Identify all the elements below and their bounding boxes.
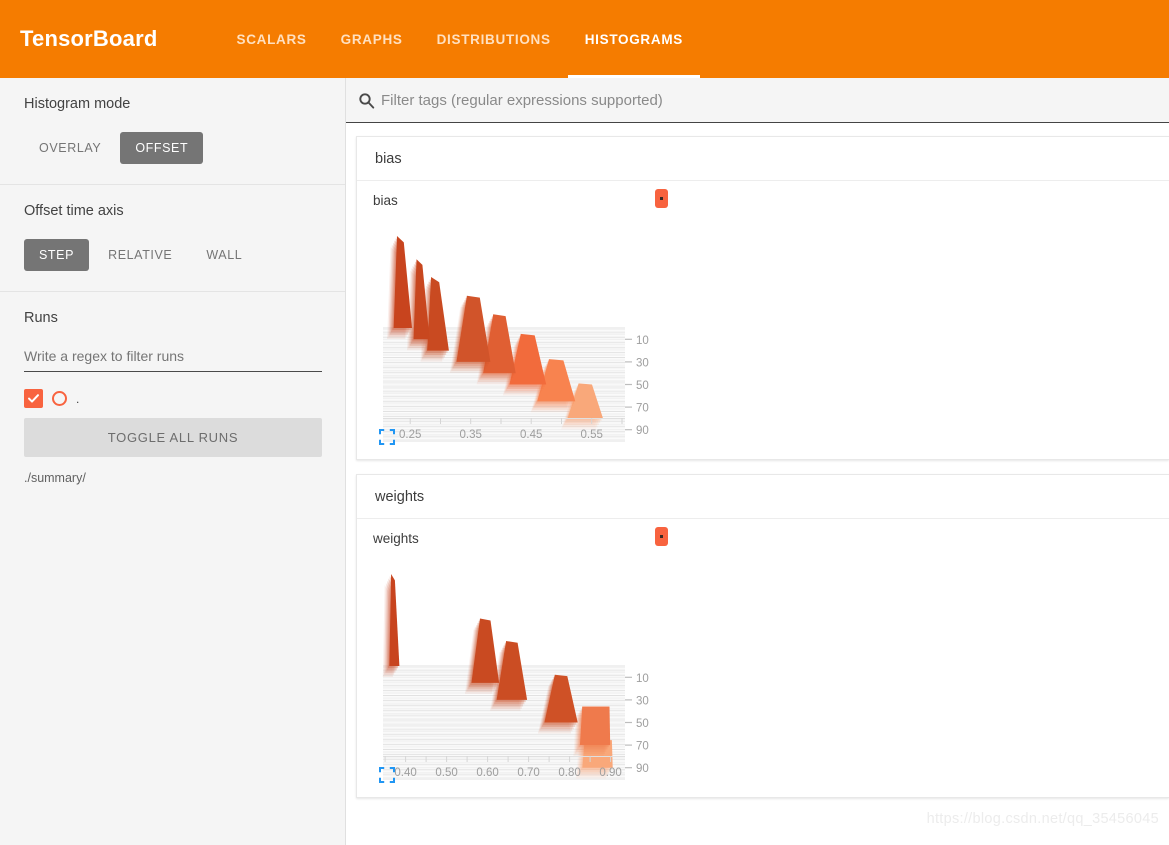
svg-text:0.40: 0.40 <box>394 767 416 779</box>
search-icon <box>358 92 375 109</box>
tab-histograms[interactable]: HISTOGRAMS <box>567 0 701 78</box>
card-body-bias: bias 10 30 50 70 90 0.25 0.35 0.45 0.55 <box>357 181 1169 459</box>
run-badge-bias[interactable] <box>655 189 668 208</box>
svg-text:70: 70 <box>636 403 649 415</box>
run-badge-weights[interactable] <box>655 527 668 546</box>
offset-time-axis-label: Offset time axis <box>24 203 124 219</box>
chart-title-weights: weights <box>373 531 419 546</box>
watermark: https://blog.csdn.net/qq_35456045 <box>926 811 1159 827</box>
sidebar: Histogram mode OVERLAY OFFSET Offset tim… <box>0 78 346 845</box>
svg-text:0.50: 0.50 <box>435 767 457 779</box>
svg-text:0.80: 0.80 <box>558 767 580 779</box>
time-axis-step-button[interactable]: STEP <box>24 239 90 271</box>
svg-text:0.25: 0.25 <box>399 429 421 441</box>
tab-distributions[interactable]: DISTRIBUTIONS <box>420 0 568 78</box>
svg-text:90: 90 <box>636 763 649 775</box>
runs-section: Runs . TOGGLE ALL RUNS ./summary/ <box>0 292 345 505</box>
svg-text:70: 70 <box>636 741 649 753</box>
histogram-mode-section: Histogram mode OVERLAY OFFSET <box>0 78 345 185</box>
tag-filter-bar <box>346 78 1169 123</box>
histogram-mode-overlay-button[interactable]: OVERLAY <box>24 132 116 164</box>
chart-title-bias: bias <box>373 193 398 208</box>
time-axis-relative-button[interactable]: RELATIVE <box>93 239 187 271</box>
svg-text:90: 90 <box>636 425 649 437</box>
app-body: Histogram mode OVERLAY OFFSET Offset tim… <box>0 78 1169 845</box>
svg-text:50: 50 <box>636 380 649 392</box>
histogram-chart-weights[interactable]: 10 30 50 70 90 0.40 0.50 0.60 0.70 0.80 0.90 <box>373 551 673 786</box>
histogram-chart-bias[interactable]: 10 30 50 70 90 0.25 0.35 0.45 0.55 <box>373 213 673 448</box>
tab-graphs[interactable]: GRAPHS <box>324 0 420 78</box>
main-nav: SCALARS GRAPHS DISTRIBUTIONS HISTOGRAMS <box>219 0 701 78</box>
toggle-all-runs-button[interactable]: TOGGLE ALL RUNS <box>24 418 322 457</box>
run-name-label: . <box>76 391 80 406</box>
expand-icon[interactable] <box>379 429 395 445</box>
time-axis-wall-button[interactable]: WALL <box>191 239 257 271</box>
card-header-bias: bias <box>357 137 1169 181</box>
svg-text:0.60: 0.60 <box>476 767 498 779</box>
card-weights: weights weights 10 30 50 70 90 0.40 0.50 0.60 0.… <box>356 474 1169 798</box>
svg-text:0.70: 0.70 <box>517 767 539 779</box>
histogram-mode-offset-button[interactable]: OFFSET <box>120 132 204 164</box>
card-body-weights: weights 10 30 50 70 90 0.40 0.50 0.60 0.70 0.80 0.… <box>357 519 1169 797</box>
svg-text:0.55: 0.55 <box>581 429 603 441</box>
tab-scalars[interactable]: SCALARS <box>219 0 323 78</box>
run-path-label: ./summary/ <box>24 471 86 485</box>
svg-text:0.90: 0.90 <box>599 767 621 779</box>
app-header: TensorBoard SCALARS GRAPHS DISTRIBUTIONS… <box>0 0 1169 78</box>
offset-time-axis-section: Offset time axis STEP RELATIVE WALL <box>0 185 345 292</box>
histogram-mode-buttons: OVERLAY OFFSET <box>24 132 323 164</box>
card-header-weights: weights <box>357 475 1169 519</box>
tag-filter-input[interactable] <box>381 91 1169 109</box>
run-color-circle-icon[interactable] <box>52 391 67 406</box>
app-title: TensorBoard <box>20 26 158 51</box>
svg-text:10: 10 <box>636 673 649 685</box>
run-checkbox[interactable] <box>24 389 43 408</box>
svg-text:50: 50 <box>636 718 649 730</box>
card-bias: bias bias 10 30 50 70 90 0.25 0.35 0.45 0.55 <box>356 136 1169 460</box>
histogram-mode-label: Histogram mode <box>24 96 131 112</box>
svg-text:10: 10 <box>636 335 649 347</box>
expand-icon[interactable] <box>379 767 395 783</box>
main-content: bias bias 10 30 50 70 90 0.25 0.35 0.45 0.55 <box>346 78 1169 845</box>
runs-filter-input[interactable] <box>24 346 322 372</box>
offset-time-axis-buttons: STEP RELATIVE WALL <box>24 239 323 271</box>
runs-label: Runs <box>24 310 58 326</box>
svg-text:0.35: 0.35 <box>460 429 482 441</box>
svg-text:0.45: 0.45 <box>520 429 542 441</box>
svg-text:30: 30 <box>636 357 649 369</box>
svg-text:30: 30 <box>636 695 649 707</box>
run-selector-row: . <box>24 389 323 408</box>
chart-card-list: bias bias 10 30 50 70 90 0.25 0.35 0.45 0.55 <box>346 123 1169 798</box>
